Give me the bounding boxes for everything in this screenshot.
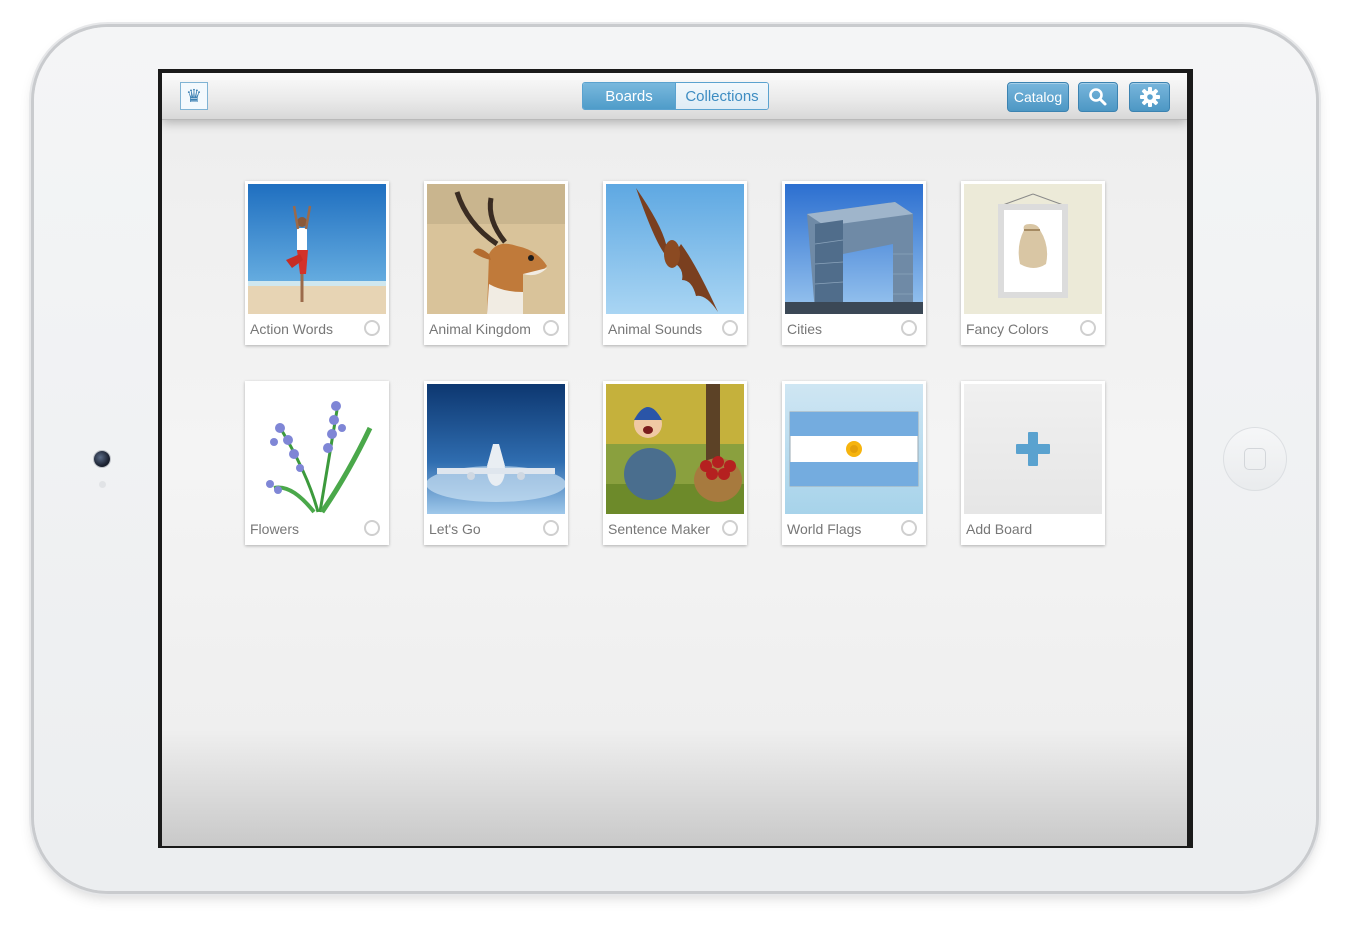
board-tile-world-flags[interactable]: World Flags <box>782 381 926 545</box>
board-select-radio[interactable] <box>364 520 380 536</box>
board-label: World Flags <box>787 521 862 537</box>
add-board-label: Add Board <box>966 521 1033 537</box>
board-tile-animal-sounds[interactable]: Animal Sounds <box>603 181 747 345</box>
tab-collections[interactable]: Collections <box>675 83 768 109</box>
fancy-colors-thumbnail <box>964 184 1102 314</box>
board-tile-sentence-maker[interactable]: Sentence Maker <box>603 381 747 545</box>
board-tile-action-words[interactable]: Action Words <box>245 181 389 345</box>
board-tile-fancy-colors[interactable]: Fancy Colors <box>961 181 1105 345</box>
board-tile-cities[interactable]: Cities <box>782 181 926 345</box>
add-board-tile[interactable]: Add Board <box>961 381 1105 545</box>
action-words-thumbnail <box>248 184 386 314</box>
device-screen: ♛ Boards Collections Catalog Action Word… <box>158 69 1193 848</box>
board-label: Flowers <box>250 521 300 537</box>
board-select-radio[interactable] <box>722 320 738 336</box>
board-label: Action Words <box>250 321 333 337</box>
home-button-icon <box>1244 448 1266 470</box>
board-label: Animal Kingdom <box>429 321 531 337</box>
plus-icon <box>1016 432 1050 466</box>
board-label: Animal Sounds <box>608 321 703 337</box>
board-select-radio[interactable] <box>722 520 738 536</box>
board-label: Fancy Colors <box>966 321 1049 337</box>
board-label: Cities <box>787 321 823 337</box>
board-select-radio[interactable] <box>543 320 559 336</box>
board-tile-flowers[interactable]: Flowers <box>245 381 389 545</box>
tab-boards[interactable]: Boards <box>583 83 675 109</box>
board-label: Let's Go <box>429 521 481 537</box>
settings-button[interactable] <box>1129 82 1170 112</box>
flowers-thumbnail <box>248 384 386 514</box>
board-label: Sentence Maker <box>608 521 710 537</box>
add-board-thumbnail <box>964 384 1102 514</box>
board-select-radio[interactable] <box>364 320 380 336</box>
board-select-radio[interactable] <box>901 520 917 536</box>
cities-thumbnail <box>785 184 923 314</box>
board-select-radio[interactable] <box>1080 320 1096 336</box>
catalog-button[interactable]: Catalog <box>1007 82 1069 112</box>
board-select-radio[interactable] <box>901 320 917 336</box>
app-view: ♛ Boards Collections Catalog Action Word… <box>162 73 1187 846</box>
sentence-maker-thumbnail <box>606 384 744 514</box>
home-button[interactable] <box>1223 427 1287 491</box>
view-switcher: Boards Collections <box>582 82 769 110</box>
gear-icon <box>1139 87 1160 107</box>
board-tile-lets-go[interactable]: Let's Go <box>424 381 568 545</box>
board-tile-animal-kingdom[interactable]: Animal Kingdom <box>424 181 568 345</box>
lets-go-thumbnail <box>427 384 565 514</box>
light-sensor <box>99 481 106 488</box>
animal-kingdom-thumbnail <box>427 184 565 314</box>
front-camera <box>94 451 110 467</box>
chess-queen-icon[interactable]: ♛ <box>180 82 208 110</box>
search-button[interactable] <box>1078 82 1118 112</box>
board-select-radio[interactable] <box>543 520 559 536</box>
world-flags-thumbnail <box>785 384 923 514</box>
animal-sounds-thumbnail <box>606 184 744 314</box>
top-navbar: ♛ Boards Collections Catalog <box>162 73 1187 120</box>
search-icon <box>1089 88 1107 106</box>
